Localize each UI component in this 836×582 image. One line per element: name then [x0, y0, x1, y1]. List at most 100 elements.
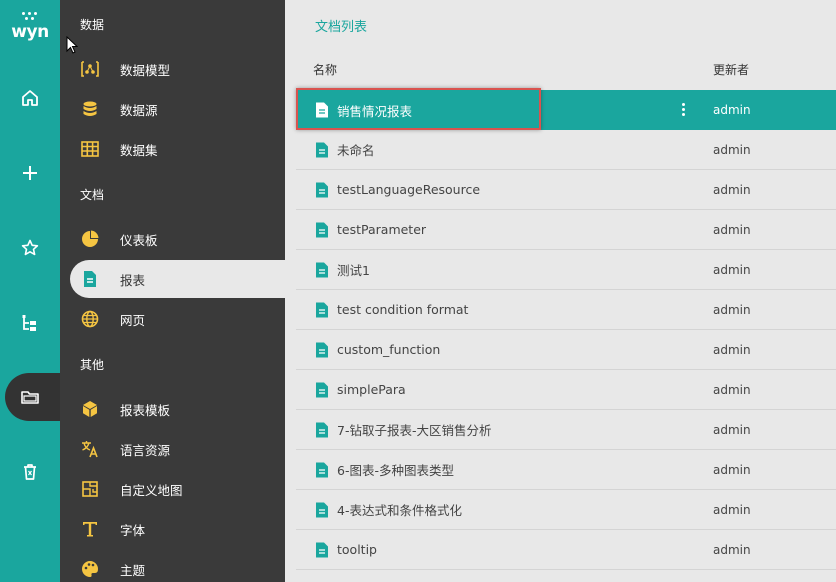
menu-item-label: 数据源 [120, 102, 158, 118]
section-title-data: 数据 [80, 18, 105, 32]
menu-item-label: 字体 [120, 522, 146, 538]
menu-item-custom-map[interactable]: 自定义地图 [70, 470, 285, 508]
row-updater: admin [713, 542, 751, 557]
menu-item-label: 仪表板 [120, 232, 158, 248]
globe-icon [80, 309, 100, 329]
table-row[interactable]: 6-图表-多种图表类型 admin [296, 450, 836, 490]
document-icon [315, 142, 329, 158]
section-title-other: 其他 [80, 358, 105, 372]
category-menu: 数据 数据模型 数据源 数据集 文档 仪表板 报表 网页 其他 报表模板 语言资… [60, 0, 285, 582]
document-icon [315, 182, 329, 198]
logo-dots-icon [22, 12, 40, 22]
document-icon [315, 462, 329, 478]
document-icon [315, 342, 329, 358]
pie-chart-icon [80, 229, 100, 249]
wyn-logo[interactable]: wyn [8, 12, 52, 42]
font-icon [80, 519, 100, 539]
report-doc-icon [80, 269, 100, 289]
menu-item-label: 数据集 [120, 142, 158, 158]
menu-item-label: 报表 [120, 272, 146, 288]
left-rail: wyn [0, 0, 85, 582]
menu-item-data-model[interactable]: 数据模型 [70, 50, 285, 88]
row-updater: admin [713, 222, 751, 237]
row-updater: admin [713, 103, 751, 117]
document-icon [315, 542, 329, 558]
more-options-icon[interactable] [680, 102, 686, 118]
document-icon [315, 382, 329, 398]
folder-icon [21, 391, 39, 404]
table-row[interactable]: 7-钻取子报表-大区销售分析 admin [296, 410, 836, 450]
row-updater: admin [713, 502, 751, 517]
menu-item-font[interactable]: 字体 [70, 510, 285, 548]
row-name: 销售情况报表 [337, 103, 413, 119]
document-icon [315, 102, 329, 118]
menu-item-webpage[interactable]: 网页 [70, 300, 285, 338]
column-header-name[interactable]: 名称 [313, 61, 337, 78]
create-button[interactable] [0, 153, 60, 193]
home-button[interactable] [0, 78, 60, 118]
row-updater: admin [713, 342, 751, 357]
table-row[interactable]: test condition format admin [296, 290, 836, 330]
menu-item-dataset[interactable]: 数据集 [70, 130, 285, 168]
menu-item-theme[interactable]: 主题 [70, 550, 285, 582]
row-updater: admin [713, 262, 751, 277]
documents-button[interactable] [0, 377, 60, 417]
row-name: 测试1 [337, 263, 370, 278]
section-title-documents: 文档 [80, 188, 105, 202]
palette-icon [80, 559, 100, 579]
table-row[interactable]: 未命名 admin [296, 130, 836, 170]
row-name: 7-钻取子报表-大区销售分析 [337, 423, 492, 438]
table-row[interactable]: 4-表达式和条件格式化 admin [296, 490, 836, 530]
row-updater: admin [713, 302, 751, 317]
row-name: simplePara [337, 382, 406, 397]
row-name: testParameter [337, 222, 427, 237]
favorites-button[interactable] [0, 228, 60, 268]
menu-item-label: 语言资源 [120, 442, 171, 458]
logo-text: wyn [11, 22, 49, 42]
row-name: 未命名 [337, 143, 375, 158]
row-updater: admin [713, 422, 751, 437]
row-name: 6-图表-多种图表类型 [337, 463, 454, 478]
table-row[interactable]: simplePara admin [296, 370, 836, 410]
menu-item-language-resource[interactable]: 语言资源 [70, 430, 285, 468]
document-icon [315, 422, 329, 438]
page-title: 文档列表 [315, 20, 368, 35]
row-updater: admin [713, 382, 751, 397]
document-icon [315, 222, 329, 238]
table-row[interactable]: testLanguageResource admin [296, 170, 836, 210]
recycle-bin-button[interactable] [0, 452, 60, 492]
mouse-cursor-icon [66, 36, 78, 54]
row-name: 4-表达式和条件格式化 [337, 503, 462, 518]
table-row[interactable]: tooltip admin [296, 530, 836, 570]
table-row[interactable]: custom_function admin [296, 330, 836, 370]
star-icon [21, 239, 39, 256]
table-row[interactable]: 测试1 admin [296, 250, 836, 290]
row-name: custom_function [337, 342, 441, 357]
menu-item-report[interactable]: 报表 [70, 260, 285, 298]
data-model-icon [80, 59, 100, 79]
table-row[interactable]: testParameter admin [296, 210, 836, 250]
menu-item-label: 主题 [120, 562, 146, 578]
row-name: testLanguageResource [337, 182, 481, 197]
database-icon [80, 99, 100, 119]
table-row[interactable]: 销售情况报表 admin [296, 90, 836, 130]
menu-item-label: 自定义地图 [120, 482, 183, 498]
column-header-updater[interactable]: 更新者 [713, 61, 749, 78]
row-updater: admin [713, 462, 751, 477]
document-icon [315, 502, 329, 518]
categories-button[interactable] [0, 303, 60, 343]
menu-item-data-source[interactable]: 数据源 [70, 90, 285, 128]
document-icon [315, 302, 329, 318]
translate-icon [80, 439, 100, 459]
menu-item-dashboard[interactable]: 仪表板 [70, 220, 285, 258]
tree-icon [22, 315, 36, 331]
document-icon [315, 262, 329, 278]
dataset-grid-icon [80, 139, 100, 159]
home-icon [22, 90, 38, 106]
cube-icon [80, 399, 100, 419]
row-name: tooltip [337, 542, 377, 557]
menu-item-report-template[interactable]: 报表模板 [70, 390, 285, 428]
trash-icon [24, 464, 36, 480]
row-name: test condition format [337, 302, 469, 317]
row-updater: admin [713, 182, 751, 197]
